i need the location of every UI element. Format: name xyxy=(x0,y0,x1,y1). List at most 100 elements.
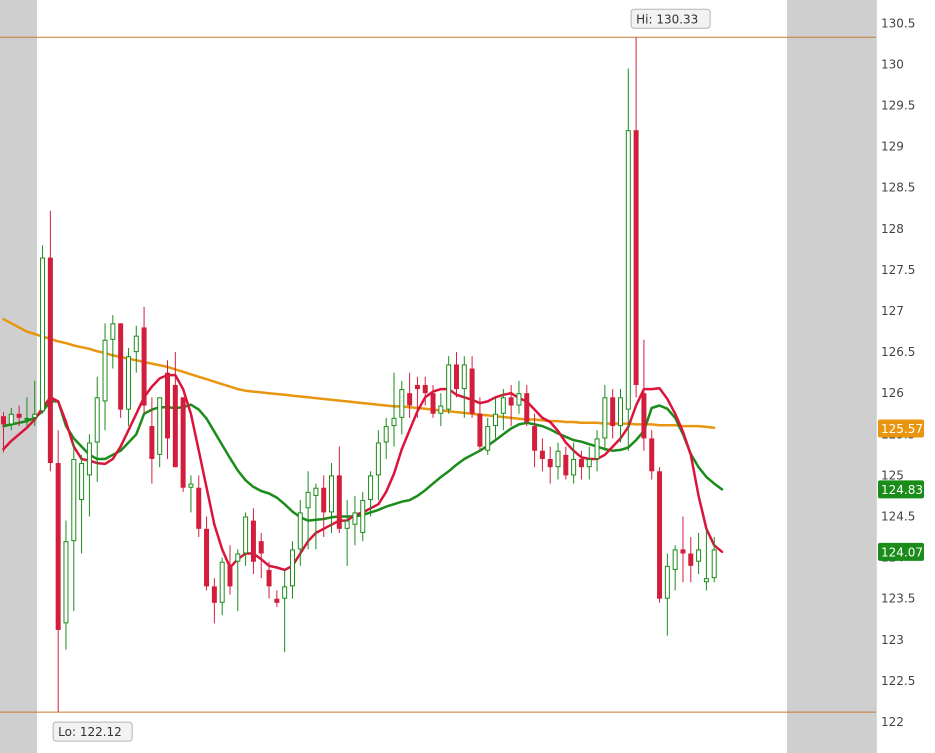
price-badge-label: 124.83 xyxy=(881,483,923,497)
candle xyxy=(625,68,631,451)
candle xyxy=(438,393,444,427)
candle xyxy=(360,491,366,542)
y-tick-label: 129.5 xyxy=(881,99,915,113)
candle-body xyxy=(539,450,545,459)
candle xyxy=(118,323,124,418)
candle xyxy=(243,512,249,566)
y-tick-label: 127.5 xyxy=(881,263,915,277)
candle xyxy=(63,520,69,650)
candle xyxy=(125,347,131,427)
candle-body xyxy=(149,426,155,459)
candle xyxy=(258,532,264,579)
candle-body xyxy=(617,397,623,427)
candle-body xyxy=(141,327,147,406)
candle xyxy=(657,467,663,603)
y-tick-label: 126.5 xyxy=(881,345,915,359)
hi-lo-callouts: Hi: 130.33 Lo: 122.12 xyxy=(52,8,711,742)
candle-body xyxy=(532,426,538,451)
candle xyxy=(47,210,53,472)
candle-body xyxy=(563,454,569,476)
candle-body xyxy=(172,384,178,468)
candle-body xyxy=(555,450,561,468)
lo-callout: Lo: 122.12 xyxy=(52,721,133,742)
candle-body xyxy=(461,364,467,390)
candle-body xyxy=(672,549,678,570)
candle-body xyxy=(79,463,85,501)
candle-body xyxy=(578,458,584,468)
candle-body xyxy=(274,598,280,603)
candle-body xyxy=(243,516,249,554)
candle xyxy=(555,442,561,480)
candle xyxy=(469,356,475,418)
candle-body xyxy=(477,413,483,447)
candle-body xyxy=(516,393,522,406)
candle xyxy=(180,397,186,492)
hi-callout-text: Hi: 130.33 xyxy=(636,12,698,26)
candle xyxy=(110,315,116,369)
candle-body xyxy=(610,397,616,427)
candle-body xyxy=(94,397,100,443)
hi-lo-lines xyxy=(0,36,876,713)
candle-body xyxy=(375,442,381,476)
candle xyxy=(211,578,217,624)
candle xyxy=(102,323,108,431)
candle xyxy=(391,372,397,447)
candle xyxy=(329,463,335,533)
candle-body xyxy=(368,475,374,501)
candle xyxy=(165,360,171,459)
candle xyxy=(485,417,491,455)
candle-body xyxy=(469,368,475,414)
candle xyxy=(407,372,413,418)
candle-body xyxy=(55,463,61,630)
candle xyxy=(641,339,647,451)
candle xyxy=(633,37,639,398)
candle-body xyxy=(196,487,202,529)
candle-body xyxy=(422,384,428,394)
chart-canvas: 122122.5123123.5124124.5125125.5126126.5… xyxy=(0,0,924,753)
candle-body xyxy=(446,364,452,410)
candle-body xyxy=(250,520,256,562)
price-badge: 125.57 xyxy=(878,419,924,438)
candle xyxy=(672,545,678,591)
candle xyxy=(336,446,342,533)
candle-body xyxy=(40,257,46,412)
candle xyxy=(493,397,499,439)
candle xyxy=(282,569,288,653)
candle xyxy=(79,454,85,554)
candle xyxy=(250,508,256,575)
candle xyxy=(157,397,163,468)
candle xyxy=(71,442,77,612)
y-tick-label: 127 xyxy=(881,304,904,318)
candle-body xyxy=(586,458,592,468)
candle-body xyxy=(110,323,116,340)
candle-body xyxy=(157,397,163,455)
candle xyxy=(703,528,709,591)
candle xyxy=(649,430,655,480)
candle-body xyxy=(524,393,530,422)
candle-body xyxy=(24,417,30,420)
candle xyxy=(375,430,381,501)
candle-body xyxy=(649,438,655,472)
candle-body xyxy=(625,130,631,410)
session-shade-right xyxy=(787,0,876,753)
candle-body xyxy=(289,549,295,587)
candle-body xyxy=(125,356,131,410)
y-tick-label: 130.5 xyxy=(881,16,915,30)
candle xyxy=(55,430,61,713)
candle-body xyxy=(391,417,397,427)
candle-body xyxy=(688,553,694,566)
candle-body xyxy=(500,397,506,414)
candle-body xyxy=(571,458,577,476)
candle-body xyxy=(493,413,499,427)
candle xyxy=(477,397,483,451)
candle xyxy=(40,245,46,414)
candle xyxy=(446,356,452,414)
candle xyxy=(141,306,147,414)
candle-body xyxy=(118,323,124,410)
candle-body xyxy=(711,549,717,579)
candle-body xyxy=(414,384,420,390)
candle-body xyxy=(227,565,233,587)
candle-body xyxy=(329,475,335,513)
candle xyxy=(399,380,405,435)
candle xyxy=(188,475,194,513)
